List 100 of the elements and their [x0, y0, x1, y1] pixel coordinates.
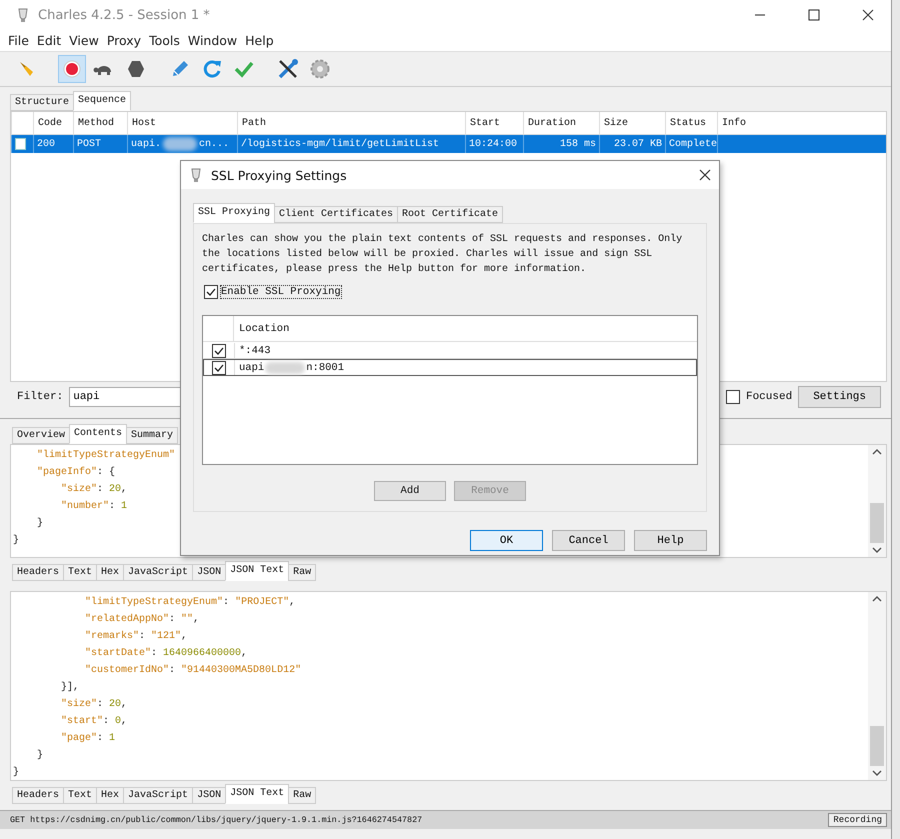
tab[interactable]: Text	[63, 564, 98, 581]
column-header[interactable]: Info	[717, 112, 886, 134]
filter-label: Filter:	[17, 391, 64, 403]
tab[interactable]: Hex	[96, 787, 124, 804]
menu-item[interactable]: Help	[245, 33, 274, 48]
tab[interactable]: SSL Proxying	[193, 203, 276, 223]
tab[interactable]: Sequence	[73, 91, 132, 111]
app-icon	[16, 7, 30, 23]
code-line: "start": 0,	[60, 714, 128, 729]
table-cell: n:8001	[306, 362, 344, 374]
table-row[interactable]: *:443	[203, 342, 697, 359]
code-line: }	[36, 748, 44, 763]
redaction-blur	[265, 362, 306, 374]
code-line: "remarks": "121",	[84, 630, 188, 644]
code-line: "limitTypeStrategyEnum"	[36, 448, 176, 463]
pen-icon	[170, 59, 190, 79]
tools-icon	[277, 58, 299, 80]
checkbox[interactable]	[212, 344, 226, 358]
tab[interactable]: Summary	[126, 427, 178, 444]
table-cell: 158 ms	[523, 135, 599, 153]
checkbox[interactable]	[204, 285, 218, 299]
status-text: GET https://csdnimg.cn/public/common/libs/jquery/jquery-1.9.1.min.js?1646274547827	[10, 815, 424, 825]
tab[interactable]: Raw	[288, 564, 316, 581]
tab[interactable]: Headers	[12, 564, 64, 581]
tab[interactable]: JSON Text	[225, 561, 290, 581]
chevron-down-icon[interactable]	[872, 770, 882, 776]
menu-item[interactable]: View	[69, 33, 99, 48]
column-header[interactable]: Start	[465, 112, 523, 134]
tab[interactable]: Overview	[12, 427, 70, 444]
action-button[interactable]: Add	[374, 481, 446, 501]
chevron-down-icon[interactable]	[872, 547, 882, 553]
column-header[interactable]: Size	[599, 112, 665, 134]
column-header[interactable]: Path	[237, 112, 465, 134]
tab[interactable]: JavaScript	[123, 787, 194, 804]
table-cell: 200	[33, 135, 73, 153]
scrollbar[interactable]	[868, 445, 886, 557]
tab[interactable]: JSON Text	[225, 784, 290, 804]
tab[interactable]: Structure	[10, 94, 74, 111]
column-header[interactable]: Host	[127, 112, 237, 134]
description-text: Charles can show you the plain text contents of SSL requests and responses. Only the locations listed below will be proxied. Charles will issue and sign SSL certificates, please press the Help button for more information.	[202, 232, 684, 277]
tab[interactable]: Text	[63, 787, 98, 804]
menu-item[interactable]: Proxy	[106, 33, 142, 48]
code-line: "limitTypeStrategyEnum": "PROJECT",	[84, 596, 296, 610]
table-cell: cn...	[199, 138, 230, 150]
table-cell: *:443	[239, 344, 271, 356]
gear-icon	[310, 59, 330, 79]
recording-badge: Recording	[828, 813, 887, 827]
column-header[interactable]: Status	[665, 112, 717, 134]
column-header[interactable]: Duration	[523, 112, 599, 134]
table-cell: Complete	[665, 135, 717, 153]
redaction-blur	[163, 137, 198, 151]
focused-label: Focused	[746, 391, 792, 403]
scrollbar[interactable]	[868, 592, 886, 780]
check-icon	[234, 60, 254, 78]
scrollbar-thumb[interactable]	[870, 503, 884, 543]
refresh-icon	[202, 59, 222, 79]
table-cell: 23.07 KB	[599, 135, 665, 153]
tab[interactable]: Contents	[69, 424, 128, 444]
dialog-button[interactable]: OK	[470, 530, 543, 551]
tab[interactable]: JSON	[192, 787, 226, 804]
code-line: }	[36, 516, 44, 531]
menu-item[interactable]: Tools	[149, 33, 180, 48]
code-line: }	[13, 534, 20, 548]
column-header[interactable]: Method	[73, 112, 127, 134]
tab[interactable]: Raw	[288, 787, 316, 804]
dialog-title: SSL Proxying Settings	[211, 168, 348, 182]
code-line: }	[13, 766, 20, 780]
menu-item[interactable]: Window	[188, 33, 238, 48]
stop-icon	[127, 60, 145, 78]
table-cell: uapi.	[131, 138, 162, 150]
app-icon	[189, 167, 203, 183]
settings-button[interactable]: Settings	[798, 386, 881, 408]
table-cell: 10:24:00	[465, 135, 523, 153]
document-icon	[15, 138, 26, 150]
tab[interactable]: Root Certificate	[397, 206, 504, 223]
table-row[interactable]: uapi n:8001	[203, 359, 697, 376]
chevron-up-icon[interactable]	[872, 596, 882, 602]
column-header[interactable]: Code	[33, 112, 73, 134]
dialog-button[interactable]: Help	[634, 530, 707, 551]
tab[interactable]: Hex	[96, 564, 124, 581]
close-icon[interactable]	[699, 169, 711, 181]
code-line: "pageInfo": {	[36, 466, 116, 480]
menu-item[interactable]: File	[8, 33, 29, 48]
dialog-button[interactable]: Cancel	[552, 530, 625, 551]
code-line: "startDate": 1640966400000,	[84, 646, 248, 661]
tab[interactable]: Client Certificates	[274, 206, 398, 223]
table-row[interactable]: 200 POST uapi. cn... /logistics-mgm/limit/getLimitList 10:24:00 158 ms 23.07 KB Complete	[11, 135, 886, 153]
menu-item[interactable]: Edit	[36, 33, 62, 48]
code-line: "customerIdNo": "91440300MA5D80LD12"	[84, 664, 302, 678]
table-cell: POST	[73, 135, 127, 153]
tab[interactable]: JSON	[192, 564, 226, 581]
code-line: }],	[60, 680, 80, 695]
scrollbar-thumb[interactable]	[870, 726, 884, 766]
chevron-up-icon[interactable]	[872, 449, 882, 455]
column-header[interactable]: Location	[233, 316, 697, 341]
code-line: "number": 1	[60, 500, 128, 514]
tab[interactable]: Headers	[12, 787, 64, 804]
tab[interactable]: JavaScript	[123, 564, 194, 581]
checkbox[interactable]	[212, 360, 226, 374]
checkbox[interactable]	[726, 390, 740, 404]
